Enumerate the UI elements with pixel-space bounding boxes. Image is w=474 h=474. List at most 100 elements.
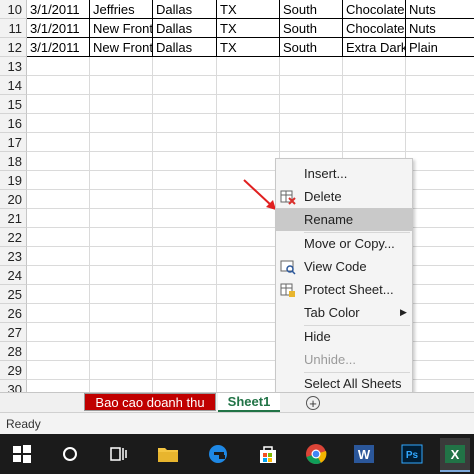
table-cell[interactable] [343, 95, 406, 114]
row-header[interactable]: 28 [0, 342, 27, 361]
table-cell[interactable] [27, 285, 90, 304]
table-cell[interactable] [406, 57, 474, 76]
table-cell[interactable]: TX [217, 0, 280, 19]
table-cell[interactable] [406, 323, 474, 342]
table-cell[interactable] [280, 76, 343, 95]
row-header[interactable]: 10 [0, 0, 27, 19]
table-cell[interactable] [153, 171, 217, 190]
table-cell[interactable] [153, 228, 217, 247]
table-cell[interactable] [406, 228, 474, 247]
table-cell[interactable] [406, 152, 474, 171]
table-cell[interactable] [153, 342, 217, 361]
table-cell[interactable]: Nuts [406, 19, 474, 38]
store-icon[interactable] [254, 440, 282, 468]
table-cell[interactable]: Chocolate [343, 0, 406, 19]
menu-item-unhide[interactable]: Unhide... [276, 348, 412, 371]
excel-icon[interactable]: X [440, 438, 470, 472]
sheet-tab-sheet1[interactable]: Sheet1 [218, 393, 280, 412]
chrome-icon[interactable] [302, 440, 330, 468]
table-cell[interactable] [90, 380, 153, 392]
table-cell[interactable] [406, 285, 474, 304]
table-cell[interactable]: TX [217, 38, 280, 57]
table-cell[interactable] [280, 133, 343, 152]
table-cell[interactable] [153, 76, 217, 95]
table-cell[interactable] [343, 76, 406, 95]
table-cell[interactable] [27, 190, 90, 209]
table-cell[interactable] [406, 76, 474, 95]
table-cell[interactable] [217, 114, 280, 133]
table-cell[interactable]: South [280, 0, 343, 19]
table-cell[interactable] [153, 57, 217, 76]
menu-item-protect-sheet[interactable]: Protect Sheet... [276, 278, 412, 301]
table-cell[interactable]: 3/1/2011 [27, 0, 90, 19]
row-header[interactable]: 23 [0, 247, 27, 266]
row-header[interactable]: 12 [0, 38, 27, 57]
table-cell[interactable] [153, 152, 217, 171]
table-cell[interactable] [406, 304, 474, 323]
task-view-icon[interactable] [104, 440, 132, 468]
row-header[interactable]: 15 [0, 95, 27, 114]
table-cell[interactable] [280, 57, 343, 76]
row-header[interactable]: 30 [0, 380, 27, 392]
table-cell[interactable]: South [280, 38, 343, 57]
table-cell[interactable] [217, 57, 280, 76]
table-cell[interactable] [406, 380, 474, 392]
table-cell[interactable] [217, 285, 280, 304]
table-cell[interactable] [27, 304, 90, 323]
table-cell[interactable] [343, 57, 406, 76]
menu-item-view-code[interactable]: View Code [276, 255, 412, 278]
row-header[interactable]: 25 [0, 285, 27, 304]
table-cell[interactable] [27, 380, 90, 392]
table-cell[interactable] [90, 342, 153, 361]
table-cell[interactable] [90, 57, 153, 76]
row-header[interactable]: 27 [0, 323, 27, 342]
table-cell[interactable] [217, 266, 280, 285]
row-header[interactable]: 26 [0, 304, 27, 323]
table-cell[interactable] [27, 323, 90, 342]
table-cell[interactable]: Jeffries [90, 0, 153, 19]
table-cell[interactable]: 3/1/2011 [27, 38, 90, 57]
table-cell[interactable] [27, 171, 90, 190]
row-header[interactable]: 18 [0, 152, 27, 171]
table-cell[interactable] [153, 114, 217, 133]
row-header[interactable]: 24 [0, 266, 27, 285]
table-cell[interactable] [153, 380, 217, 392]
table-cell[interactable] [27, 57, 90, 76]
table-cell[interactable] [90, 304, 153, 323]
table-cell[interactable] [217, 380, 280, 392]
table-cell[interactable] [90, 247, 153, 266]
table-cell[interactable]: Dallas [153, 0, 217, 19]
windows-start-icon[interactable] [8, 440, 36, 468]
row-header[interactable]: 16 [0, 114, 27, 133]
edge-icon[interactable] [204, 440, 232, 468]
table-cell[interactable] [90, 95, 153, 114]
menu-item-tab-color[interactable]: Tab Color ▶ [276, 301, 412, 324]
table-cell[interactable]: Chocolate [343, 19, 406, 38]
table-cell[interactable] [406, 114, 474, 133]
table-cell[interactable] [217, 76, 280, 95]
add-sheet-button[interactable]: + [306, 396, 320, 410]
table-cell[interactable] [217, 342, 280, 361]
table-cell[interactable] [27, 228, 90, 247]
table-cell[interactable]: Dallas [153, 38, 217, 57]
table-cell[interactable] [217, 228, 280, 247]
menu-item-hide[interactable]: Hide [276, 325, 412, 348]
table-cell[interactable] [153, 323, 217, 342]
table-cell[interactable] [217, 323, 280, 342]
table-cell[interactable] [406, 266, 474, 285]
table-cell[interactable] [90, 190, 153, 209]
table-cell[interactable]: Dallas [153, 19, 217, 38]
table-cell[interactable]: Plain [406, 38, 474, 57]
table-cell[interactable] [217, 361, 280, 380]
table-cell[interactable] [90, 228, 153, 247]
table-cell[interactable] [90, 361, 153, 380]
table-cell[interactable] [153, 190, 217, 209]
table-cell[interactable] [90, 76, 153, 95]
table-cell[interactable] [406, 247, 474, 266]
table-cell[interactable] [90, 285, 153, 304]
table-cell[interactable]: New Front [90, 19, 153, 38]
table-cell[interactable] [406, 361, 474, 380]
table-cell[interactable]: South [280, 19, 343, 38]
table-cell[interactable]: TX [217, 19, 280, 38]
table-cell[interactable] [153, 361, 217, 380]
